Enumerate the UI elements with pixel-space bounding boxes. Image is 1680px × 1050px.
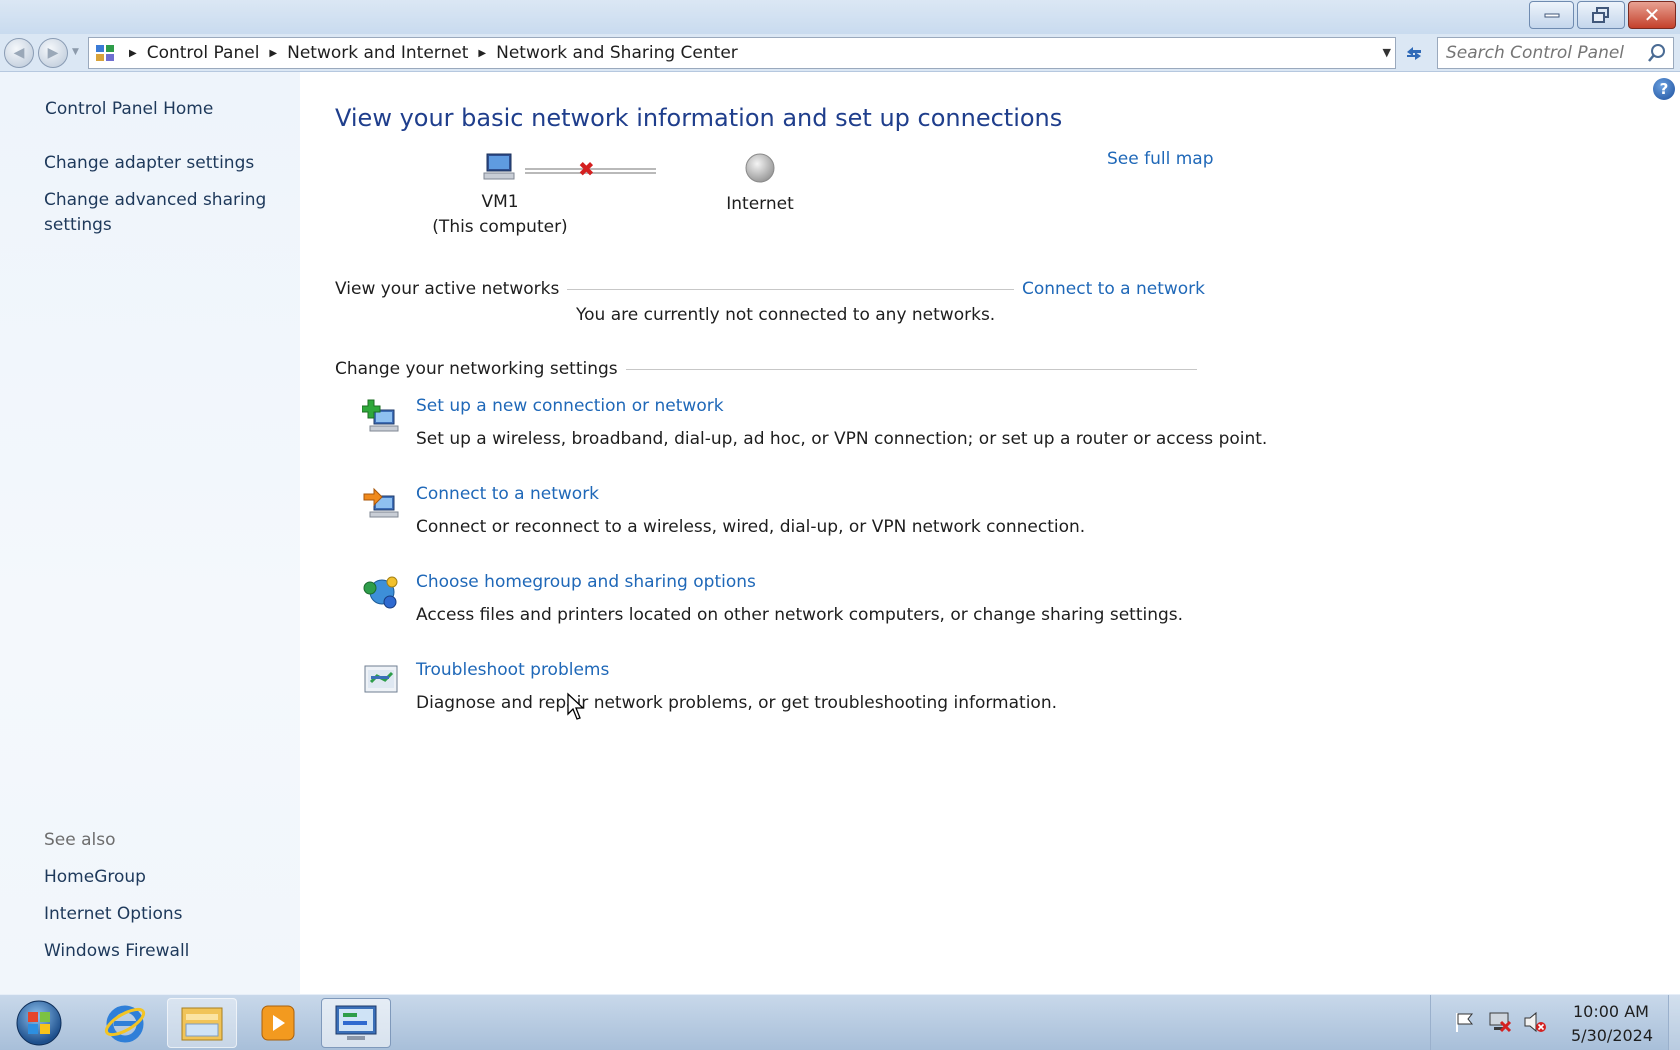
minimize-button[interactable] [1529,1,1574,29]
internet-label: Internet [726,194,794,214]
see-also-label: See also [44,830,116,850]
taskbar: 10:00 AM 5/30/2024 [0,994,1680,1050]
disconnected-x-icon: ✖ [578,157,595,181]
connect-network-icon [363,487,399,518]
connect-to-network-link[interactable]: Connect to a network [1022,279,1205,299]
control-panel-icon [93,42,119,64]
control-panel-icon [335,1005,377,1040]
networking-settings-header: Change your networking settings [335,359,1205,379]
divider [567,288,1014,290]
media-player-icon [261,1005,295,1041]
sidebar-item-windows-firewall[interactable]: Windows Firewall [44,939,189,964]
sidebar-item-homegroup[interactable]: HomeGroup [44,865,146,890]
sidebar-item-change-adapter-settings[interactable]: Change adapter settings [44,151,254,176]
breadcrumb-separator-icon[interactable]: ▶ [129,48,137,59]
main-content: ? View your basic network information an… [300,72,1680,994]
homegroup-icon [363,576,398,609]
troubleshoot-problems-link[interactable]: Troubleshoot problems [416,660,609,680]
search-input[interactable] [1446,43,1646,63]
computer-node[interactable]: VM1 (This computer) [420,152,580,240]
refresh-button[interactable] [1400,40,1428,66]
restore-icon [1592,7,1609,23]
search-box[interactable] [1437,37,1674,69]
taskbar-media-player[interactable] [243,998,313,1048]
troubleshoot-icon [364,665,398,693]
breadcrumb-separator-icon[interactable]: ▶ [269,48,277,59]
folder-icon [181,1007,223,1041]
networking-settings-label: Change your networking settings [335,359,618,379]
active-networks-label: View your active networks [335,279,560,299]
sidebar-item-change-advanced-sharing[interactable]: Change advanced sharing settings [44,188,284,238]
minimize-icon [1544,13,1559,18]
show-desktop-button[interactable] [1668,995,1680,1050]
computer-name: VM1 [481,192,519,212]
task-description: Access files and printers located on oth… [416,605,1184,625]
close-icon: ✕ [1643,3,1661,27]
refresh-icon [1407,47,1421,60]
volume-muted-icon[interactable] [1523,1011,1547,1033]
clock-time[interactable]: 10:00 AM [1573,1002,1649,1021]
active-networks-header: View your active networks Connect to a n… [335,279,1205,299]
address-toolbar: ◀ ▶ ▼ ▶ Control Panel ▶ Network and Inte… [0,34,1680,72]
taskbar-windows-explorer[interactable] [167,998,237,1048]
windows-logo-icon [16,1000,62,1046]
network-disconnected-icon[interactable] [1488,1011,1512,1033]
sidebar: Control Panel Home Change adapter settin… [0,72,300,994]
breadcrumb-control-panel[interactable]: Control Panel [147,43,260,63]
start-button[interactable] [8,998,70,1048]
breadcrumb-network-and-internet[interactable]: Network and Internet [287,43,468,63]
forward-button[interactable]: ▶ [38,38,68,68]
task-description: Connect or reconnect to a wireless, wire… [416,517,1086,537]
divider [625,368,1197,370]
see-full-map-link[interactable]: See full map [1107,149,1214,169]
taskbar-control-panel[interactable] [321,998,391,1048]
new-connection-icon [362,399,399,432]
restore-button[interactable] [1577,1,1625,29]
computer-icon [483,153,515,180]
setup-new-connection-link[interactable]: Set up a new connection or network [416,396,724,416]
page-title: View your basic network information and … [335,104,1063,132]
search-icon[interactable] [1647,43,1667,63]
breadcrumb-separator-icon[interactable]: ▶ [478,48,486,59]
mouse-pointer-icon [567,692,585,720]
clock-date[interactable]: 5/30/2024 [1571,1026,1653,1045]
arrow-right-icon: ▶ [47,45,59,61]
task-description: Diagnose and repair network problems, or… [416,693,1058,713]
sidebar-item-internet-options[interactable]: Internet Options [44,902,183,927]
globe-icon [745,153,775,183]
close-button[interactable]: ✕ [1628,1,1676,29]
taskbar-internet-explorer[interactable] [90,998,160,1048]
internet-node: Internet [680,152,840,217]
recent-pages-icon[interactable]: ▼ [72,47,79,57]
breadcrumb-network-sharing-center[interactable]: Network and Sharing Center [496,43,738,63]
help-icon[interactable]: ? [1653,78,1675,100]
window-titlebar: ✕ [0,0,1680,34]
task-description: Set up a wireless, broadband, dial-up, a… [416,429,1268,449]
not-connected-message: You are currently not connected to any n… [576,305,996,325]
connect-to-network-task-link[interactable]: Connect to a network [416,484,599,504]
homegroup-sharing-link[interactable]: Choose homegroup and sharing options [416,572,756,592]
computer-sub-label: (This computer) [432,217,568,237]
back-button[interactable]: ◀ [4,38,34,68]
action-center-flag-icon[interactable] [1453,1011,1475,1033]
system-tray: 10:00 AM 5/30/2024 [1430,995,1680,1050]
internet-explorer-icon [104,1005,146,1043]
sidebar-item-control-panel-home[interactable]: Control Panel Home [45,97,213,122]
address-bar[interactable]: ▶ Control Panel ▶ Network and Internet ▶… [88,37,1396,69]
arrow-left-icon: ◀ [13,45,25,61]
chevron-down-icon[interactable]: ▼ [1383,46,1391,59]
